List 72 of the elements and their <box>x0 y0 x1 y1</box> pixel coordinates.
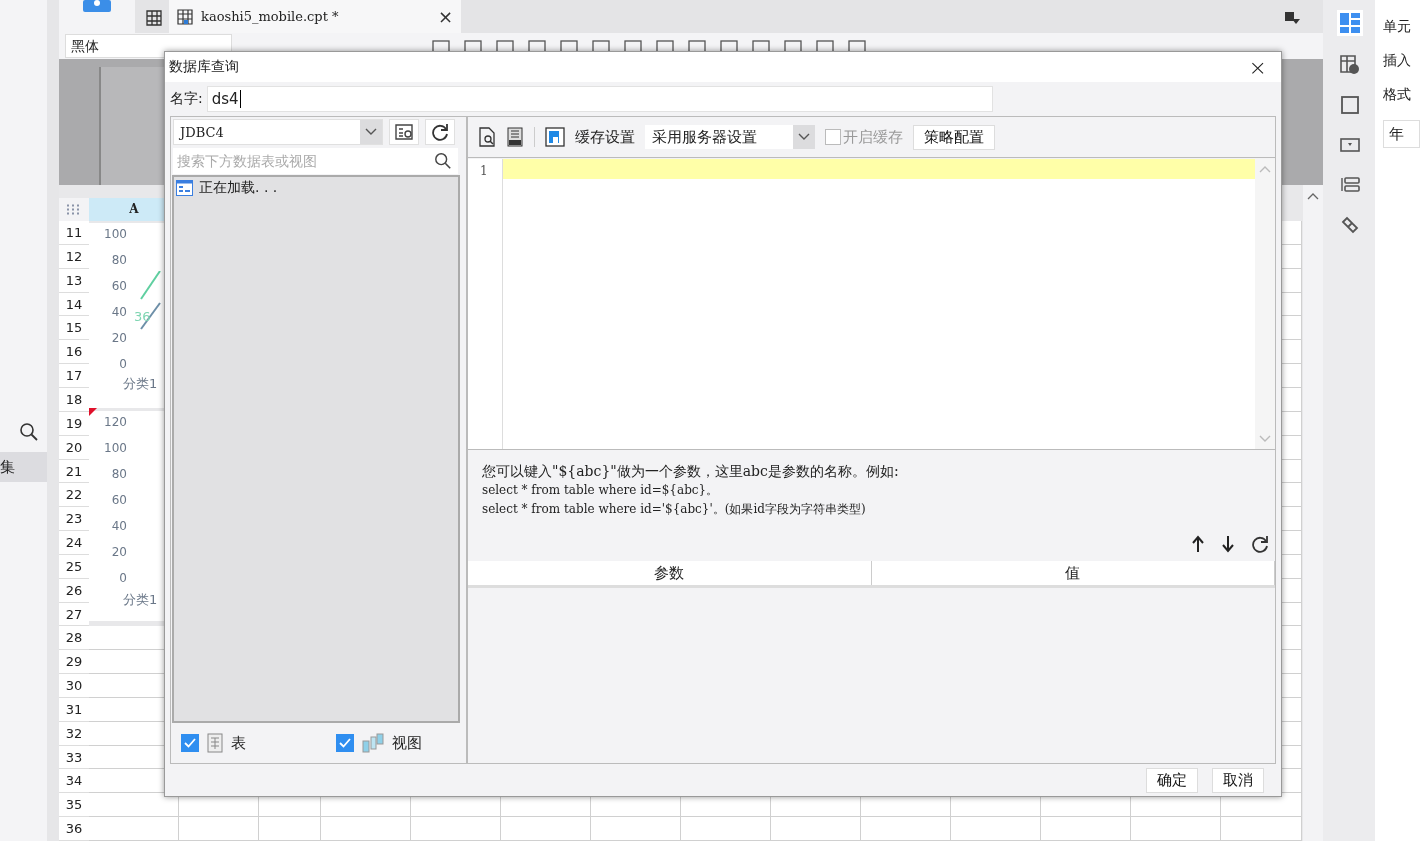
font-field[interactable]: 黑体 <box>65 34 232 59</box>
checkbox-label: 开启缓存 <box>843 127 903 147</box>
row-number: 29 <box>59 650 89 675</box>
axis-tick-label: 20 <box>111 544 127 562</box>
row-number: 23 <box>59 507 89 532</box>
axis-tick-label: 20 <box>111 330 127 348</box>
axis-tick-label: 40 <box>111 518 127 536</box>
row-number: 13 <box>59 268 89 293</box>
row-number: 25 <box>59 554 89 579</box>
axis-tick-label: 60 <box>111 492 127 510</box>
file-tab[interactable]: kaoshi5_mobile.cpt * × <box>169 0 461 34</box>
row-number: 20 <box>59 435 89 460</box>
row-number: 33 <box>59 745 89 770</box>
axis-tick-label: 80 <box>111 466 127 484</box>
row-number: 32 <box>59 721 89 746</box>
column-header[interactable]: 值 <box>871 561 1275 585</box>
close-button[interactable]: × <box>1248 54 1267 80</box>
row-number: 26 <box>59 578 89 603</box>
row-number: 11 <box>59 221 89 245</box>
row-number: 31 <box>59 697 89 722</box>
connection-dropdown[interactable]: JDBC4 <box>173 119 383 145</box>
column-header[interactable]: 参数 <box>468 561 872 585</box>
hint-text: select * from table where id=${abc}。 <box>482 482 719 499</box>
row-number: 18 <box>59 387 89 412</box>
tab-title: kaoshi5_mobile.cpt * <box>201 9 340 25</box>
row-number: 21 <box>59 459 89 484</box>
property-label: 格式 <box>1383 86 1412 104</box>
tree-item[interactable]: 正在加载. . . <box>199 179 278 197</box>
filter-label: 视图 <box>392 733 422 753</box>
hint-text: 您可以键入"${abc}"做为一个参数，这里abc是参数的名称。例如: <box>482 462 899 481</box>
axis-tick-label: 0 <box>119 570 127 588</box>
row-number: 17 <box>59 364 89 388</box>
strategy-button[interactable]: 策略配置 <box>913 124 995 150</box>
cache-label: 缓存设置 <box>575 127 635 147</box>
property-field[interactable]: 年 <box>1383 120 1420 148</box>
row-number: 19 <box>59 411 89 436</box>
cache-mode-dropdown[interactable]: 采用服务器设置 <box>645 125 815 149</box>
property-label: 插入 <box>1383 52 1412 70</box>
row-number: 15 <box>59 316 89 341</box>
filter-label: 表 <box>231 733 246 753</box>
row-number: 22 <box>59 483 89 508</box>
dialog-title: 数据库查询 <box>169 58 239 76</box>
dialog-button[interactable]: 取消 <box>1212 767 1264 793</box>
row-number: 34 <box>59 769 89 794</box>
dialog-button[interactable]: 确定 <box>1146 767 1198 793</box>
axis-tick-label: 120 <box>104 414 127 432</box>
hint-text: select * from table where id='${abc}'。(如果id字段为字符串类型) <box>482 501 866 518</box>
axis-tick-label: 100 <box>104 226 127 244</box>
data-label: 36 <box>134 309 151 325</box>
axis-tick-label: 0 <box>119 356 127 374</box>
property-label: 单元 <box>1383 18 1412 36</box>
sql-editor[interactable]: 1 <box>468 159 1275 450</box>
row-number: 16 <box>59 340 89 365</box>
row-number: 27 <box>59 602 89 627</box>
close-icon[interactable]: × <box>437 6 453 28</box>
search-field[interactable]: 搜索下方数据表或视图 <box>173 148 458 174</box>
row-number: 30 <box>59 674 89 698</box>
axis-tick-label: 100 <box>104 440 127 458</box>
row-number: 24 <box>59 531 89 555</box>
axis-tick-label: 40 <box>111 304 127 322</box>
category-label: 分类1 <box>123 591 158 610</box>
row-number: 14 <box>59 292 89 317</box>
row-number: 28 <box>59 626 89 651</box>
name-field[interactable]: ds4 <box>206 86 993 112</box>
line-number: 1 <box>480 164 488 178</box>
row-number: 35 <box>59 793 89 818</box>
axis-tick-label: 80 <box>111 252 127 270</box>
category-label: 分类1 <box>123 375 158 394</box>
row-number: 12 <box>59 244 89 269</box>
axis-tick-label: 60 <box>111 278 127 296</box>
name-label: 名字: <box>170 90 203 108</box>
row-number: 36 <box>59 817 89 841</box>
